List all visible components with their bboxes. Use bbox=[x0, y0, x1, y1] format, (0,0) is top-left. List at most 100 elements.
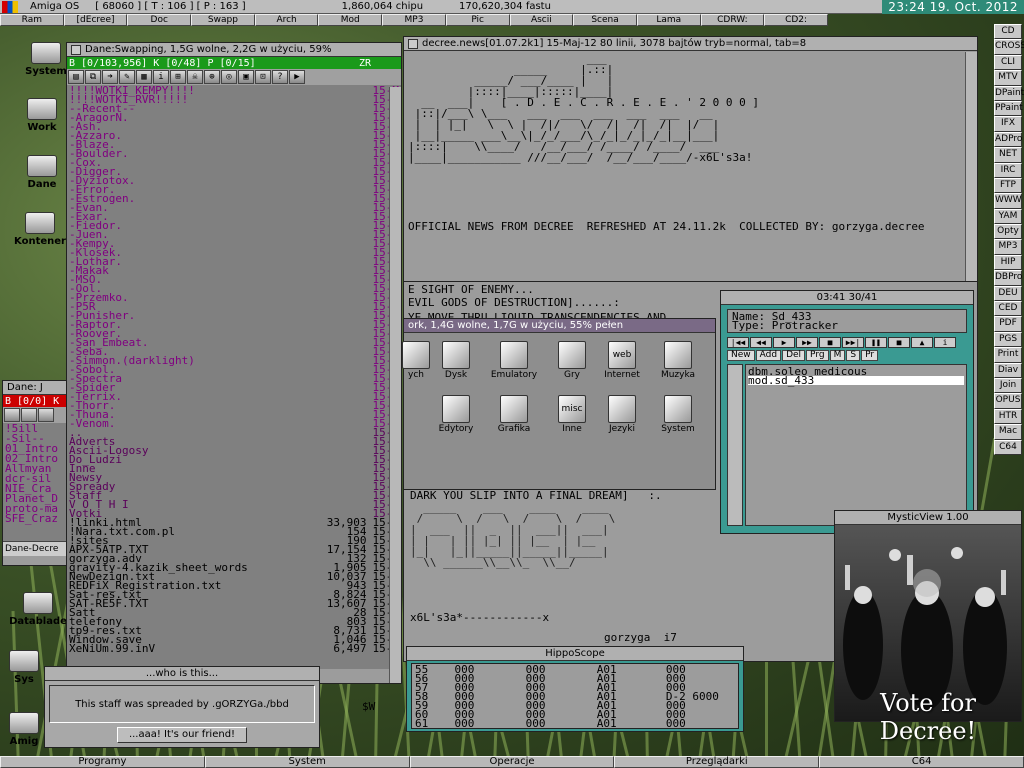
taskbar-button[interactable]: Przeglądarki bbox=[614, 756, 820, 768]
drawer-muzyka[interactable]: Muzyka bbox=[654, 341, 702, 380]
launcher-button[interactable]: Print bbox=[994, 347, 1022, 363]
launcher-button[interactable]: OPUS bbox=[994, 393, 1022, 409]
launcher-button[interactable]: YAM bbox=[994, 208, 1022, 225]
launcher-button[interactable]: DBPro bbox=[994, 270, 1022, 286]
desktop-icon-sys[interactable]: Sys bbox=[2, 650, 46, 685]
list-item[interactable]: -Dyziotox. 15-M bbox=[69, 175, 399, 186]
drawer-inne[interactable]: misc Inne bbox=[548, 395, 596, 434]
help-icon[interactable]: ? bbox=[272, 70, 288, 84]
launcher-button[interactable]: Mac bbox=[994, 424, 1022, 440]
launcher-button[interactable]: WWW bbox=[994, 193, 1022, 209]
list-item[interactable]: Newsy 15-M bbox=[69, 472, 399, 483]
menubar-item[interactable]: CDRW: bbox=[700, 14, 765, 26]
drawer-emulatory[interactable]: Emulatory bbox=[490, 341, 538, 380]
module-player-window[interactable]: 03:41 30/41 Name: Sd_433 Type: Protracke… bbox=[720, 290, 974, 534]
save-icon[interactable]: ▤ bbox=[68, 70, 84, 84]
list-item[interactable]: -Spectra 15-M bbox=[69, 373, 399, 384]
news-viewer-window[interactable]: decree.news[01.07.2k1] 15-Maj-12 80 lini… bbox=[403, 36, 978, 282]
playlist-button[interactable]: Pr bbox=[861, 350, 879, 361]
makedir-icon[interactable]: ▦ bbox=[136, 70, 152, 84]
taskbar-button[interactable]: System bbox=[204, 756, 410, 768]
dialog-titlebar[interactable]: ...who is this... bbox=[45, 667, 319, 681]
transport-button[interactable]: ▶ bbox=[773, 337, 795, 348]
delete-icon[interactable]: ☠ bbox=[187, 70, 203, 84]
close-gadget-icon[interactable] bbox=[408, 38, 418, 49]
transport-button[interactable]: ▲ bbox=[911, 337, 933, 348]
copy-icon[interactable]: ⧉ bbox=[85, 70, 101, 84]
launcher-button[interactable]: MTV bbox=[994, 70, 1022, 86]
launcher-button[interactable]: CROSS bbox=[994, 39, 1024, 55]
list-item[interactable]: SAT-RE5F.TXT 13,607 15-M bbox=[69, 598, 399, 609]
list-item[interactable]: -Boulder. 15-M bbox=[69, 148, 399, 159]
launcher-button[interactable]: Join bbox=[994, 377, 1022, 394]
file-window-titlebar[interactable]: Dane:Swapping, 1,5G wolne, 2,2G w użyciu… bbox=[67, 43, 401, 57]
move-icon[interactable] bbox=[38, 408, 54, 422]
menubar-item[interactable]: Scena bbox=[573, 14, 637, 26]
playlist-button[interactable]: M bbox=[829, 350, 846, 361]
playlist-button[interactable]: Add bbox=[755, 350, 782, 361]
drawer-jezyki[interactable]: Jezyki bbox=[598, 395, 646, 434]
list-item[interactable]: XeNiUm.99.inV 6,497 15-M bbox=[69, 643, 399, 654]
menubar-item[interactable]: Ram bbox=[0, 14, 64, 26]
launcher-button[interactable]: NET bbox=[994, 147, 1022, 163]
archive-icon[interactable]: ⊡ bbox=[255, 70, 271, 84]
list-item[interactable]: .. 15-M bbox=[69, 427, 399, 438]
list-item[interactable]: -Azzaro. 15-M bbox=[69, 130, 399, 141]
drawer-edytory[interactable]: Edytory bbox=[432, 395, 480, 434]
taskbar-button[interactable]: Programy bbox=[0, 756, 205, 768]
launcher-button[interactable]: CLI bbox=[994, 54, 1022, 71]
list-item[interactable]: -Estrogen. 15-M bbox=[69, 193, 399, 204]
playlist-button[interactable]: Prg bbox=[806, 350, 829, 361]
launcher-button[interactable]: IFX bbox=[994, 116, 1022, 132]
list-item[interactable]: -Lothar. 15-M bbox=[69, 256, 399, 267]
transport-button[interactable]: ❚❚ bbox=[865, 337, 887, 348]
protect-icon[interactable]: ⊕ bbox=[204, 70, 220, 84]
transport-button[interactable]: ■ bbox=[888, 337, 910, 348]
drawer-internet[interactable]: web Internet bbox=[598, 341, 646, 380]
launcher-button[interactable]: ADPro bbox=[994, 131, 1022, 148]
desktop-icon-kontener[interactable]: Kontener bbox=[10, 212, 70, 247]
desktop-icon-datablade[interactable]: Datablade bbox=[8, 592, 68, 627]
rename-icon[interactable]: ✎ bbox=[119, 70, 135, 84]
launcher-button[interactable]: CD bbox=[994, 24, 1022, 40]
menubar-item[interactable]: MP3 bbox=[382, 14, 446, 26]
drawer-dysk[interactable]: Dysk bbox=[432, 341, 480, 380]
transport-button[interactable]: |◀◀ bbox=[727, 337, 749, 348]
list-item[interactable]: Spready 15-M bbox=[69, 481, 399, 492]
launcher-button[interactable]: CED bbox=[994, 301, 1022, 317]
launcher-button[interactable]: PGS bbox=[994, 331, 1022, 348]
transport-button[interactable]: ▶▶ bbox=[796, 337, 818, 348]
menubar-item[interactable]: Mod bbox=[318, 14, 383, 26]
launcher-button[interactable]: IRC bbox=[994, 162, 1022, 178]
launcher-button[interactable]: DEU bbox=[994, 285, 1022, 302]
transport-button[interactable]: ▶▶| bbox=[842, 337, 864, 348]
playlist-scrollbar[interactable] bbox=[727, 364, 743, 526]
list-item[interactable]: -San_Embeat. 15-M bbox=[69, 337, 399, 348]
filter-icon[interactable]: ⊞ bbox=[170, 70, 186, 84]
launcher-button[interactable]: C64 bbox=[994, 439, 1022, 455]
playlist-button[interactable]: Del bbox=[782, 350, 806, 361]
taskbar-button[interactable]: C64 bbox=[819, 756, 1024, 768]
desktop-icon-work[interactable]: Work bbox=[12, 98, 72, 133]
drawer-system[interactable]: System bbox=[654, 395, 702, 434]
left-window-titlebar[interactable]: Dane: J bbox=[3, 381, 67, 395]
news-window-titlebar[interactable]: decree.news[01.07.2k1] 15-Maj-12 80 lini… bbox=[404, 37, 977, 51]
menubar-item[interactable]: Arch bbox=[254, 14, 319, 26]
hippo-titlebar[interactable]: HippoScope bbox=[407, 647, 743, 661]
list-item[interactable]: Do_Ludzi 15-M bbox=[69, 454, 399, 465]
launcher-button[interactable]: PDF bbox=[994, 316, 1022, 332]
launcher-button[interactable]: PPaint bbox=[994, 100, 1023, 117]
menubar-item[interactable]: Doc bbox=[127, 14, 192, 26]
menubar-item[interactable]: Lama bbox=[636, 14, 701, 26]
file-list[interactable]: !!!!WOTKI_KEMPY!!!! 15-M !!!!WOTKI_RVR!!!!… bbox=[67, 85, 401, 669]
left-dane-window[interactable]: Dane: J B [0/0] K !5ill -Sil-- 01_Intro 02_… bbox=[2, 380, 68, 566]
launcher-button[interactable]: HIP bbox=[994, 254, 1022, 271]
menubar-item[interactable]: Pic bbox=[445, 14, 510, 26]
info-icon[interactable]: i bbox=[153, 70, 169, 84]
menubar-item[interactable]: CD2: bbox=[764, 14, 828, 26]
hipposcope-window[interactable]: HippoScope 55 000 000 A01 000 56 000 000 A01 000 5… bbox=[406, 646, 744, 732]
mysticview-window[interactable]: MysticView 1.00 Vote for Decree! bbox=[834, 510, 1022, 745]
list-item[interactable]: -MSO. 15-M bbox=[69, 274, 399, 285]
list-item[interactable]: -Fiedor. 15-M bbox=[69, 220, 399, 231]
desktop-icon-amiga[interactable]: Amig bbox=[0, 712, 48, 747]
